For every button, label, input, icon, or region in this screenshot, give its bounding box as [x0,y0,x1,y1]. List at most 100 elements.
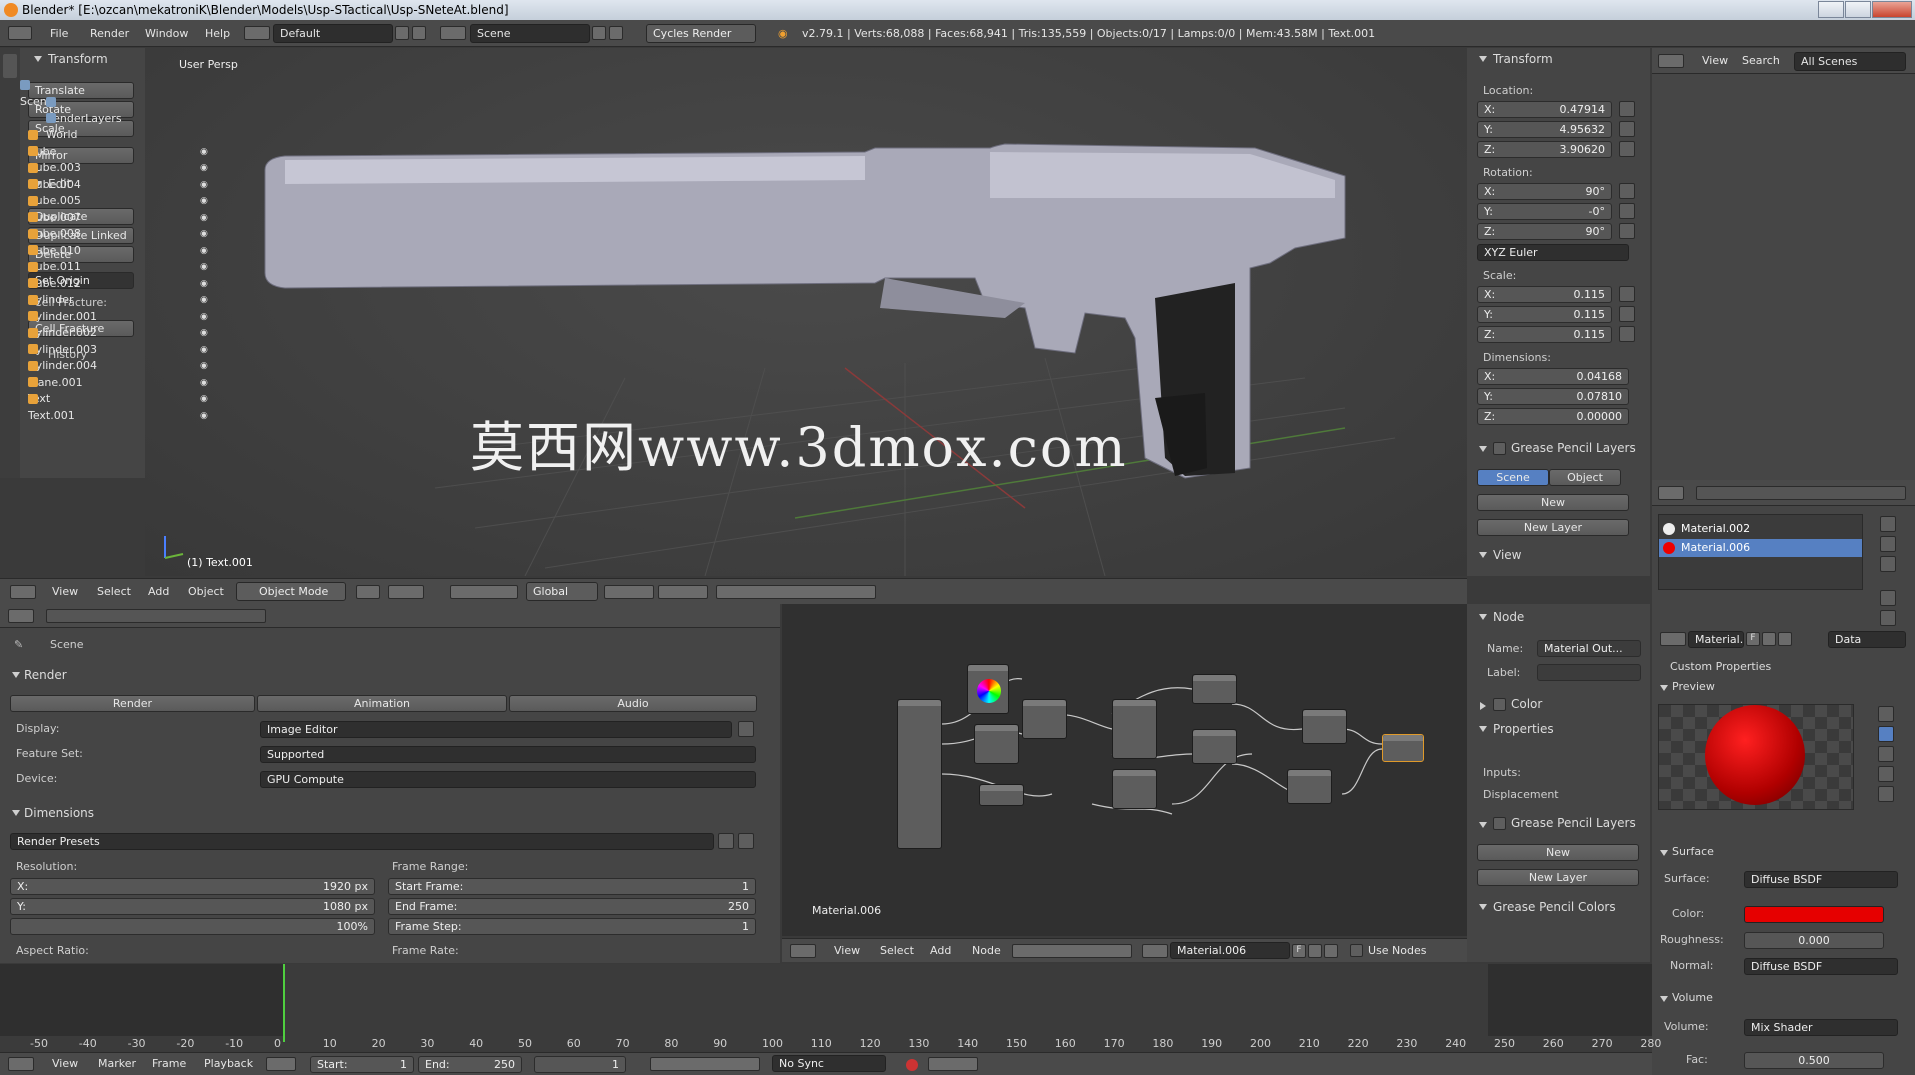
shading-icon[interactable] [356,585,380,599]
add-material-icon[interactable] [1762,632,1776,646]
outliner-item[interactable]: Cylinder.004 ◉ [28,342,208,372]
material-name-field[interactable]: Material. [1688,631,1744,648]
location-z-field[interactable]: Z: 3.90620 [1477,141,1612,158]
material-slot-item[interactable]: Material.002 [1681,522,1750,535]
end-field[interactable]: End: 250 [418,1056,522,1073]
start-frame-field[interactable]: Start Frame: 1 [388,878,756,895]
menu-help[interactable]: Help [205,27,230,40]
context-tab-icons[interactable] [1696,486,1906,500]
collapse-icon[interactable] [1479,726,1487,732]
rotation-mode-select[interactable]: XYZ Euler [1477,244,1629,261]
editor-type-timeline-icon[interactable] [8,1057,34,1071]
lock-icon[interactable] [1619,121,1635,137]
visibility-eye-icon[interactable]: ◉ [200,243,208,259]
frame-step-field[interactable]: Frame Step: 1 [388,918,756,935]
visibility-eye-icon[interactable]: ◉ [200,276,208,292]
link-data-select[interactable]: Data [1828,631,1906,648]
use-nodes-checkbox[interactable] [1350,944,1363,957]
lock-icon[interactable] [1619,223,1635,239]
pin-icon[interactable]: ✎ [14,638,23,651]
lock-icon[interactable] [1619,183,1635,199]
gp-object-tab[interactable]: Object [1549,469,1621,486]
node[interactable] [1022,699,1067,739]
outliner-item[interactable]: Plane.001 ◉ [28,359,208,389]
context-tab-icons[interactable] [46,609,266,623]
visibility-eye-icon[interactable]: ◉ [200,408,208,424]
collapse-icon[interactable] [12,810,20,816]
scene-select[interactable]: Scene [470,24,590,43]
outliner-item[interactable]: Text.001 ◉ [28,392,208,422]
add-scene-icon[interactable] [592,26,606,40]
feature-set-select[interactable]: Supported [260,746,756,763]
layers-b-icon[interactable] [658,585,708,599]
menu-view[interactable]: View [52,585,78,598]
lock-icon[interactable] [1619,141,1635,157]
lock-icon[interactable] [1619,286,1635,302]
scale-x-field[interactable]: X: 0.115 [1477,286,1612,303]
remove-scene-icon[interactable] [609,26,623,40]
display-select[interactable]: Image Editor [260,721,732,738]
node-label-field[interactable] [1537,664,1641,681]
fake-user-button[interactable]: F [1292,944,1306,958]
orientation-select[interactable]: Global [526,582,598,601]
manipulator-icons[interactable] [450,585,518,599]
node[interactable] [1192,674,1237,704]
unlink-material-icon[interactable] [1778,632,1792,646]
outliner-item[interactable]: Cylinder.003 ◉ [28,326,208,356]
visibility-eye-icon[interactable]: ◉ [200,391,208,407]
volume-shader-select[interactable]: Mix Shader [1744,1019,1898,1036]
node-material-field[interactable]: Material.006 [1170,942,1290,959]
gp-layers-checkbox[interactable] [1493,442,1506,455]
preview-sphere-icon[interactable] [1878,726,1894,742]
remove-slot-icon[interactable] [1880,536,1896,552]
location-y-field[interactable]: Y: 4.95632 [1477,121,1612,138]
editor-type-properties-icon[interactable] [1658,486,1684,500]
menu-render[interactable]: Render [90,27,129,40]
resolution-y-field[interactable]: Y: 1080 px [10,898,375,915]
collapse-icon[interactable] [1660,685,1668,691]
node[interactable] [967,664,1009,714]
move-up-icon[interactable] [1880,590,1896,606]
start-field[interactable]: Start: 1 [310,1056,414,1073]
collapse-icon[interactable] [1479,822,1487,828]
render-presets-select[interactable]: Render Presets [10,833,714,850]
snap-render-icons[interactable] [716,585,876,599]
node[interactable] [974,724,1019,764]
add-layout-icon[interactable] [395,26,409,40]
maximize-button[interactable] [1845,1,1871,18]
outliner-item[interactable]: Cylinder ◉ [28,276,208,306]
node[interactable] [897,699,942,849]
editor-type-info-icon[interactable] [8,26,32,40]
animation-button[interactable]: Animation [257,695,507,712]
move-down-icon[interactable] [1880,610,1896,626]
collapse-icon[interactable] [1660,850,1668,856]
dimension-x-field[interactable]: X: 0.04168 [1477,368,1629,385]
outliner-item[interactable]: Cylinder.002 ◉ [28,309,208,339]
collapse-icon[interactable] [1479,904,1487,910]
record-icon[interactable] [906,1059,918,1071]
node-gp-new-layer-button[interactable]: New Layer [1477,869,1639,886]
outliner-item[interactable]: World [46,111,78,141]
unlink-material-icon[interactable] [1324,944,1338,958]
minimize-button[interactable] [1818,1,1844,18]
outliner-item[interactable]: Cube.004 ◉ [28,161,208,191]
collapse-icon[interactable] [34,56,42,62]
lock-icon[interactable] [1619,203,1635,219]
timeline-menu-frame[interactable]: Frame [152,1057,186,1070]
outliner-item[interactable]: Cube.005 ◉ [28,177,208,207]
current-frame-indicator[interactable] [283,964,285,1042]
scene-icon[interactable] [440,26,466,40]
visibility-eye-icon[interactable]: ◉ [200,210,208,226]
roughness-field[interactable]: 0.000 [1744,932,1884,949]
preview-hair-icon[interactable] [1878,786,1894,802]
timeline-menu-marker[interactable]: Marker [98,1057,136,1070]
material-slot-item[interactable]: Material.006 [1681,541,1750,554]
visibility-eye-icon[interactable]: ◉ [200,144,208,160]
node-menu-select[interactable]: Select [880,944,914,957]
mode-select[interactable]: Object Mode [236,582,346,601]
timeline-menu-playback[interactable]: Playback [204,1057,253,1070]
preview-cube-icon[interactable] [1878,746,1894,762]
editor-type-3dview-icon[interactable] [10,585,36,599]
visibility-eye-icon[interactable]: ◉ [200,292,208,308]
outliner-item[interactable]: Cube ◉ [28,128,208,158]
